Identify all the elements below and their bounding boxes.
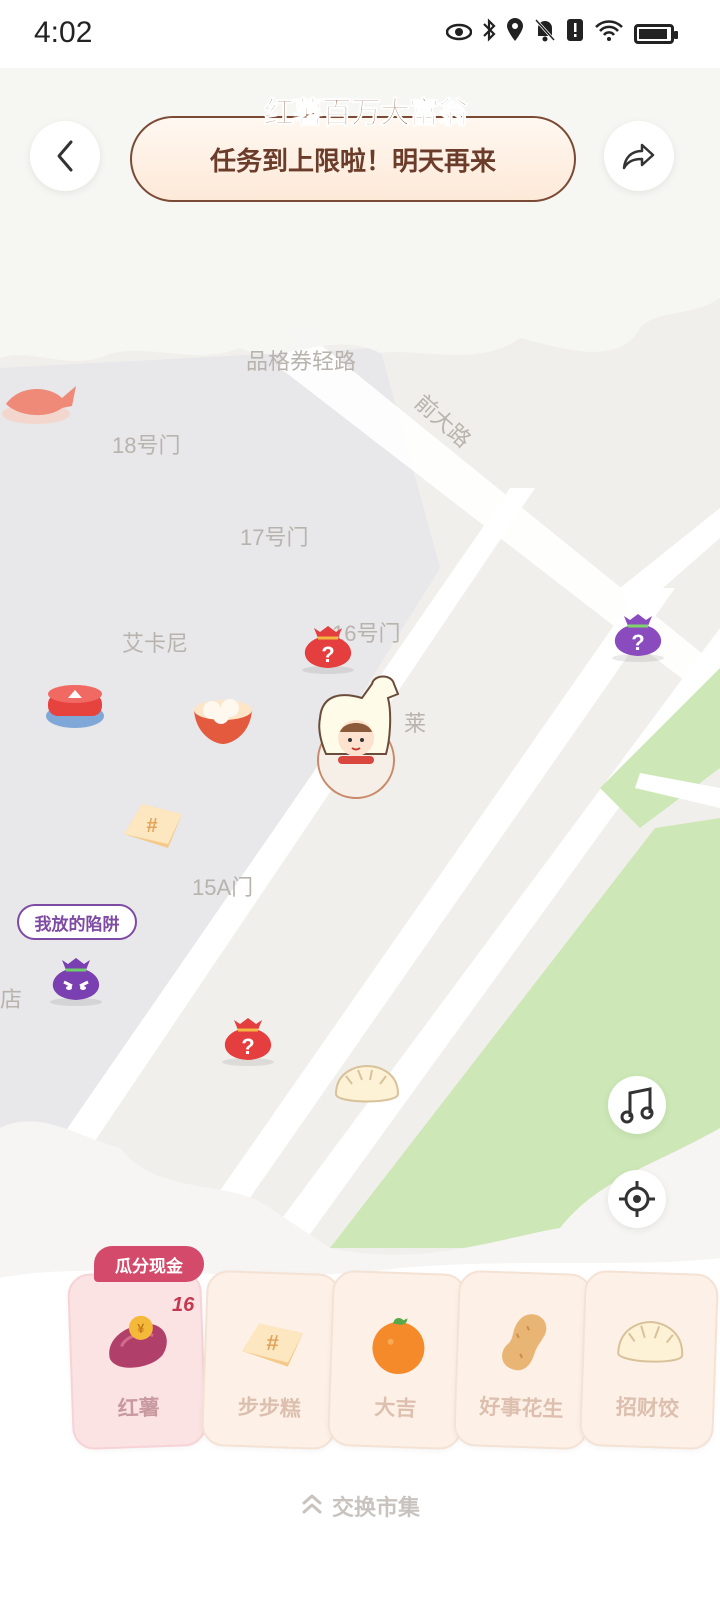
bell-off-icon <box>534 18 556 50</box>
svg-text:?: ? <box>321 642 334 667</box>
wifi-icon <box>594 18 624 50</box>
alert-icon <box>566 18 584 50</box>
card-label-peanut: 好事花生 <box>478 1395 564 1422</box>
svg-text:?: ? <box>241 1034 254 1059</box>
rice-ball-bowl-icon[interactable] <box>190 688 256 746</box>
sweet-potato-count: 16 <box>172 1294 195 1316</box>
card-tangerine[interactable]: 大吉 <box>326 1269 468 1451</box>
dumpling-marker-icon[interactable] <box>332 1062 402 1108</box>
status-icons <box>445 18 678 50</box>
purple-mystery-bag-icon[interactable]: ? <box>608 606 668 662</box>
double-chevron-up-icon <box>300 1493 324 1521</box>
svg-text:#: # <box>146 815 157 837</box>
task-banner-text: 任务到上限啦！明天再来 <box>209 145 496 176</box>
card-label-dumpling: 招财饺 <box>615 1395 680 1422</box>
battery-icon <box>634 24 678 44</box>
svg-text:?: ? <box>631 630 644 655</box>
crosshair-icon <box>619 1181 655 1217</box>
player-avatar[interactable] <box>312 674 402 804</box>
cash-share-badge[interactable]: 瓜分现金 <box>94 1246 204 1282</box>
peanut-icon <box>502 1314 547 1371</box>
back-button[interactable] <box>30 121 100 191</box>
svg-text:#: # <box>266 1330 279 1355</box>
store-label-partial: 店 <box>0 987 23 1012</box>
red-box-icon[interactable] <box>44 680 106 732</box>
card-label-tangerine: 大吉 <box>373 1396 417 1421</box>
trap-tag: 我放的陷阱 <box>17 904 137 940</box>
red-mystery-bag-icon[interactable]: ? <box>218 1010 278 1066</box>
gate-label-18: 18号门 <box>112 433 181 458</box>
share-button[interactable] <box>604 121 674 191</box>
music-note-icon <box>620 1087 654 1124</box>
store-label-aikani: 艾卡尼 <box>122 631 189 656</box>
tangerine-icon <box>372 1317 425 1375</box>
red-mystery-bag-icon[interactable]: ? <box>298 618 358 674</box>
game-logo: 红薯百万大富翁 <box>264 97 469 131</box>
collection-panel: ¥ 红薯 # 步步糕 大吉 好事花生 招财饺 <box>66 1266 720 1456</box>
status-bar: 4:02 <box>0 0 720 68</box>
sweet-potato-icon: ¥ <box>109 1315 167 1368</box>
bluetooth-icon <box>482 18 496 50</box>
purple-trap-bag-icon[interactable] <box>46 950 106 1006</box>
status-time: 4:02 <box>34 16 93 49</box>
exchange-market-link[interactable]: 交换市集 <box>0 1490 720 1522</box>
card-label-sweet-potato: 红薯 <box>117 1396 161 1421</box>
cake-marker-icon[interactable]: # <box>120 798 186 854</box>
fish-plate-icon[interactable] <box>0 368 80 428</box>
gate-label-17: 17号门 <box>240 525 309 550</box>
chevron-left-icon <box>57 140 73 172</box>
road-label-top: 品格券轻路 <box>246 349 357 374</box>
eye-icon <box>445 19 473 49</box>
location-icon <box>506 18 524 50</box>
card-cake[interactable]: # 步步糕 <box>200 1269 342 1451</box>
share-arrow-icon <box>622 143 655 170</box>
card-peanut[interactable]: 好事花生 <box>452 1269 594 1451</box>
svg-text:¥: ¥ <box>137 1321 146 1336</box>
dumpling-icon <box>617 1321 684 1363</box>
music-button[interactable] <box>608 1076 666 1134</box>
card-dumpling[interactable]: 招财饺 <box>578 1269 720 1451</box>
exchange-market-label: 交换市集 <box>331 1495 420 1520</box>
gate-label-15a: 15A门 <box>192 875 254 900</box>
cake-icon: # <box>242 1323 303 1367</box>
card-label-cake: 步步糕 <box>237 1395 302 1422</box>
store-label-lai: 莱 <box>404 711 427 736</box>
locate-button[interactable] <box>608 1170 666 1228</box>
